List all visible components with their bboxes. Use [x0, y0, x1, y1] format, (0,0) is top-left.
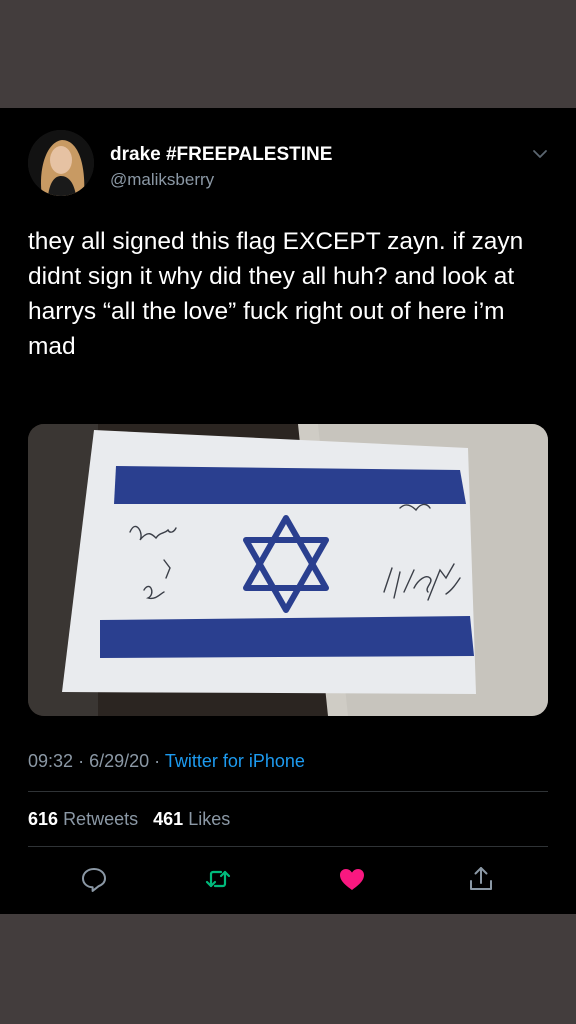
tweet-card: drake #FREEPALESTINE @maliksberry they a… [0, 108, 576, 914]
reply-icon[interactable] [79, 864, 109, 894]
tweet-meta: 09:32 · 6/29/20 · Twitter for iPhone [28, 751, 305, 772]
avatar[interactable] [28, 130, 94, 196]
tweet-photo[interactable] [28, 424, 548, 716]
tweet-time: 09:32 [28, 751, 74, 771]
divider [28, 791, 548, 792]
retweets-stat[interactable]: 616 Retweets [28, 809, 143, 829]
screenshot-frame: drake #FREEPALESTINE @maliksberry they a… [0, 0, 576, 1024]
likes-label: Likes [188, 809, 231, 829]
share-icon[interactable] [466, 864, 496, 894]
tweet-text: they all signed this flag EXCEPT zayn. i… [28, 228, 524, 360]
likes-count: 461 [153, 809, 184, 829]
display-name[interactable]: drake #FREEPALESTINE [110, 144, 332, 166]
flag-photo [28, 424, 548, 716]
chevron-down-icon[interactable] [528, 142, 552, 166]
user-handle[interactable]: @maliksberry [110, 170, 214, 190]
likes-stat[interactable]: 461 Likes [153, 809, 230, 829]
retweet-icon[interactable] [203, 864, 233, 894]
retweets-count: 616 [28, 809, 59, 829]
divider [28, 846, 548, 847]
meta-separator: · [78, 751, 85, 771]
avatar-image [28, 130, 94, 196]
tweet-date: 6/29/20 [89, 751, 150, 771]
tweet-source-link[interactable]: Twitter for iPhone [165, 751, 305, 771]
retweets-label: Retweets [63, 809, 139, 829]
heart-icon[interactable] [337, 864, 367, 894]
tweet-stats: 616 Retweets 461 Likes [28, 809, 230, 830]
meta-separator: · [154, 751, 161, 771]
